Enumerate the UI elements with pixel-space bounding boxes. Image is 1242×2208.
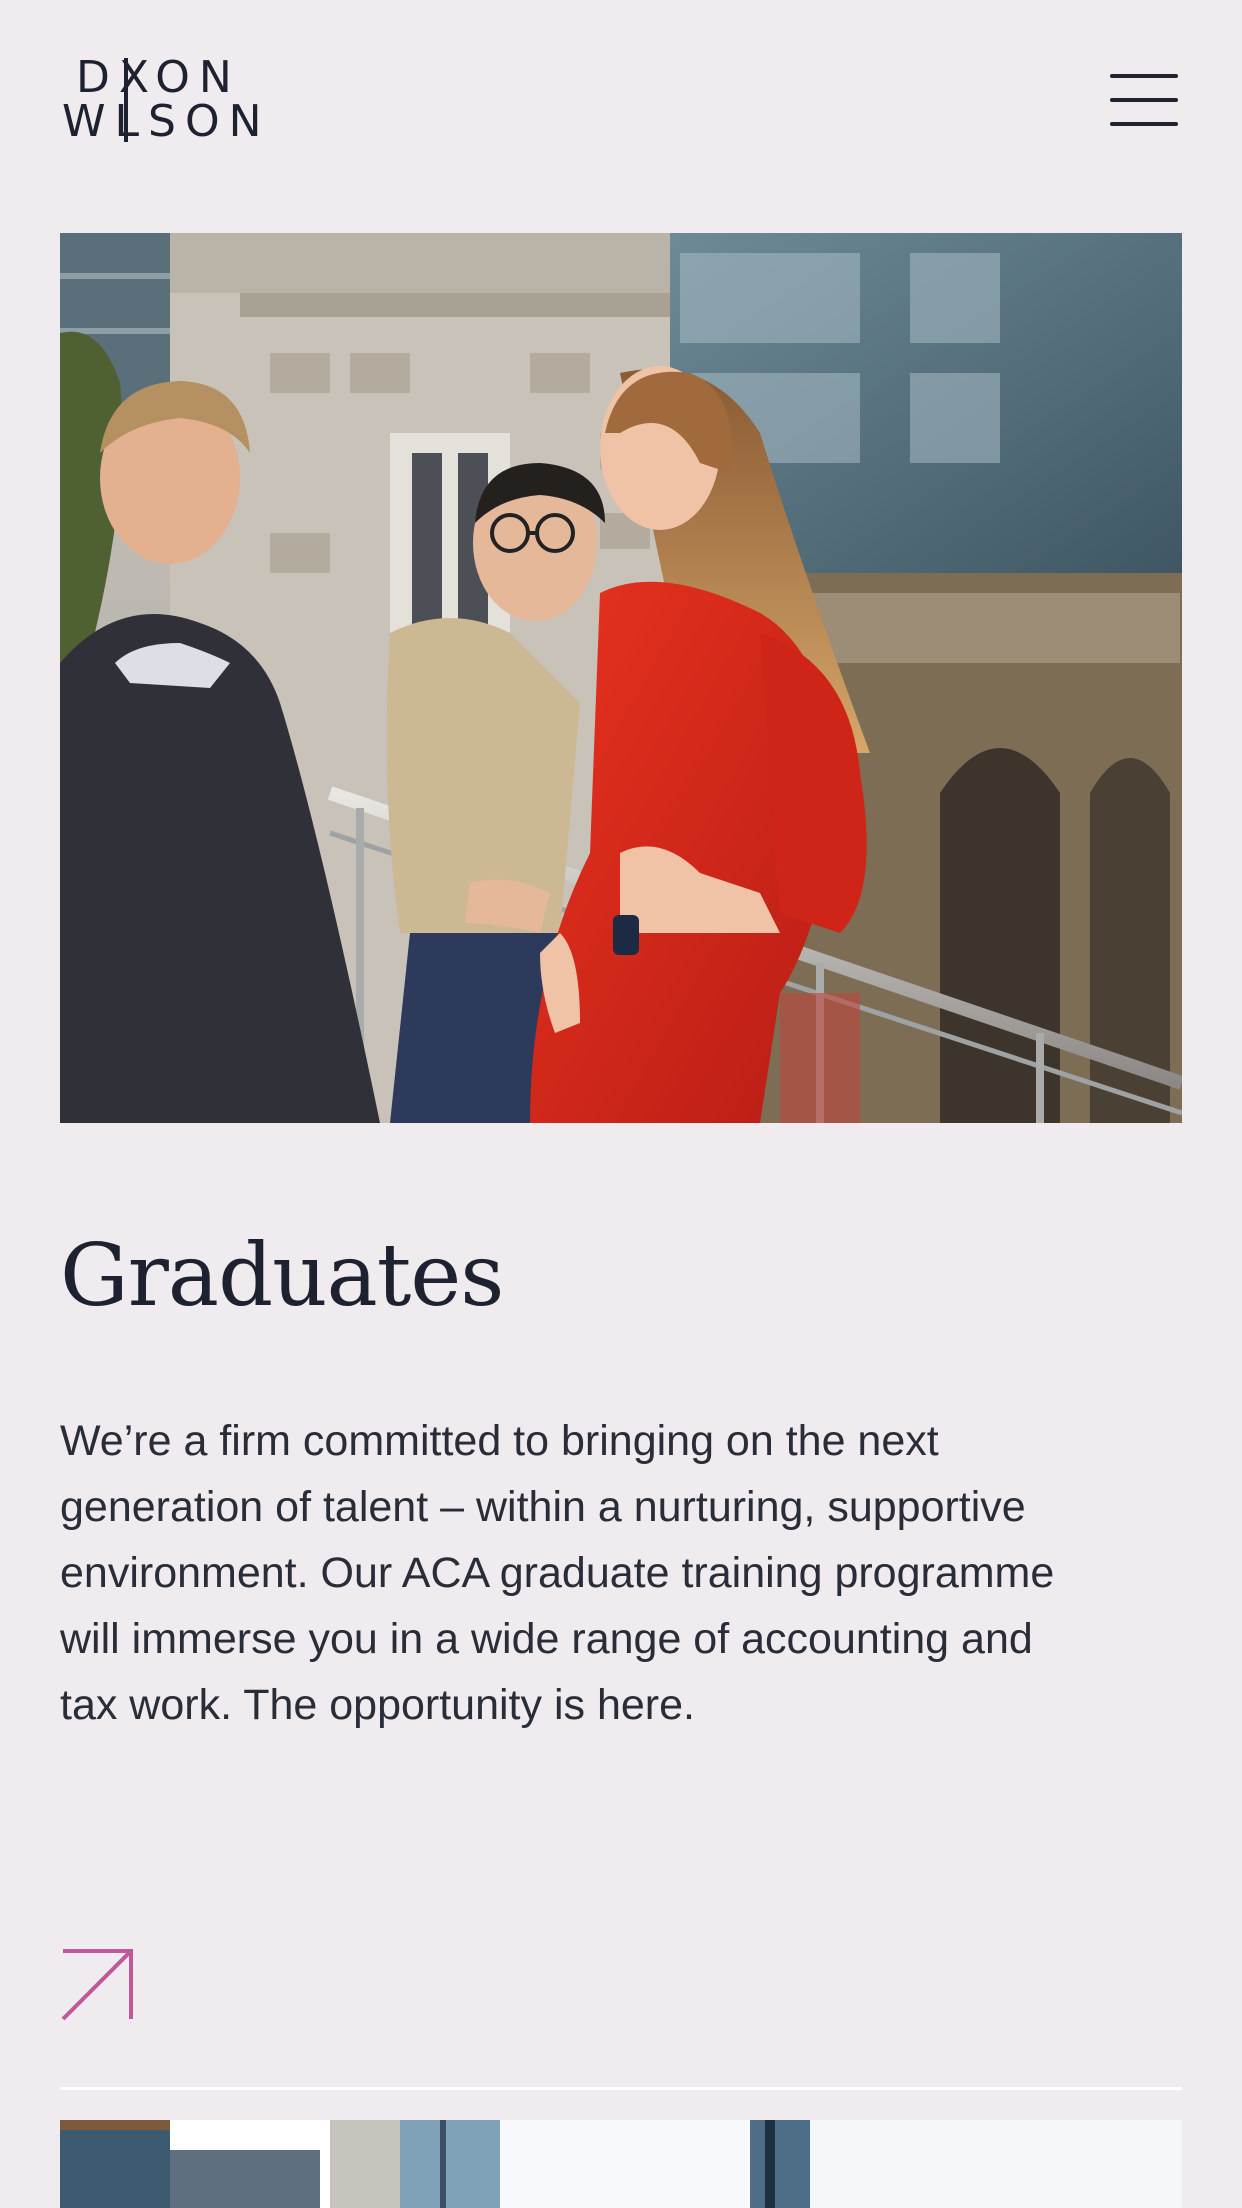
section-divider [60,2087,1182,2090]
graduates-photo[interactable] [60,233,1182,1123]
dixon-wilson-logo[interactable]: DXON WLSON [62,52,298,147]
site-header: DXON WLSON [0,0,1242,210]
hamburger-menu-icon-line [1110,122,1178,126]
menu-button[interactable] [1106,70,1182,130]
arrow-up-right-icon [61,1949,133,2021]
hamburger-menu-icon-line [1110,74,1178,78]
card-title: Graduates [60,1226,504,1326]
logo-divider-bar [124,58,128,142]
logo-text-top: DXON [76,52,241,103]
logo-text-bottom: WLSON [62,96,271,147]
hamburger-menu-icon-line [1110,98,1178,102]
card-link-button[interactable] [60,1948,134,2022]
next-card-photo[interactable] [60,2120,1182,2208]
card-description: We’re a firm committed to bringing on th… [60,1417,1055,1729]
